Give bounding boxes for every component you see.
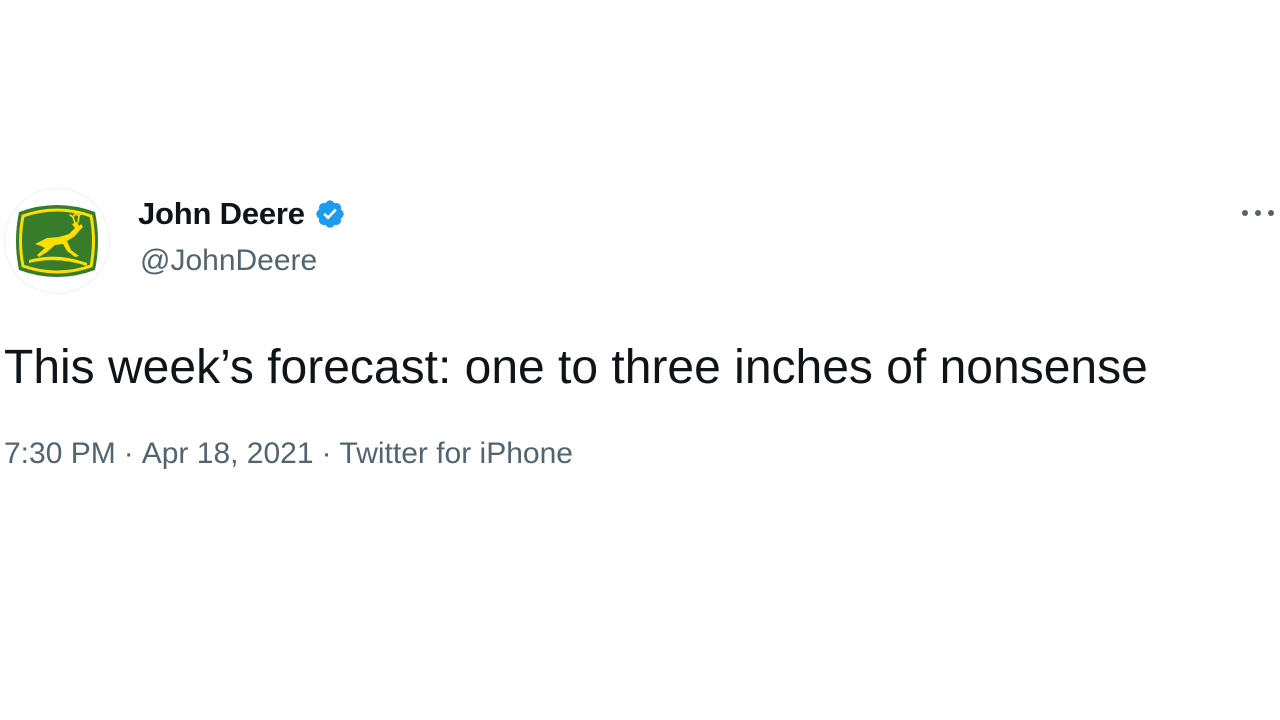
tweet-timestamp-time[interactable]: 7:30 PM [4,437,116,470]
author-name-row[interactable]: John Deere [138,196,347,232]
tweet-source[interactable]: Twitter for iPhone [340,437,573,470]
verified-badge-icon [313,197,347,231]
tweet-timestamp-date[interactable]: Apr 18, 2021 [142,437,314,470]
more-options-icon[interactable] [1238,198,1278,228]
author-display-name[interactable]: John Deere [138,196,305,232]
tweet-card: John Deere @JohnDeere This week’s foreca… [0,0,1280,720]
tweet-text: This week’s forecast: one to three inche… [4,341,1148,394]
avatar[interactable] [4,188,110,294]
john-deere-logo-icon [16,205,98,277]
author-handle[interactable]: @JohnDeere [140,244,317,278]
separator-dot: · [123,437,134,470]
separator-dot: · [321,437,332,470]
tweet-metadata: 7:30 PM · Apr 18, 2021 · Twitter for iPhone [4,437,573,471]
